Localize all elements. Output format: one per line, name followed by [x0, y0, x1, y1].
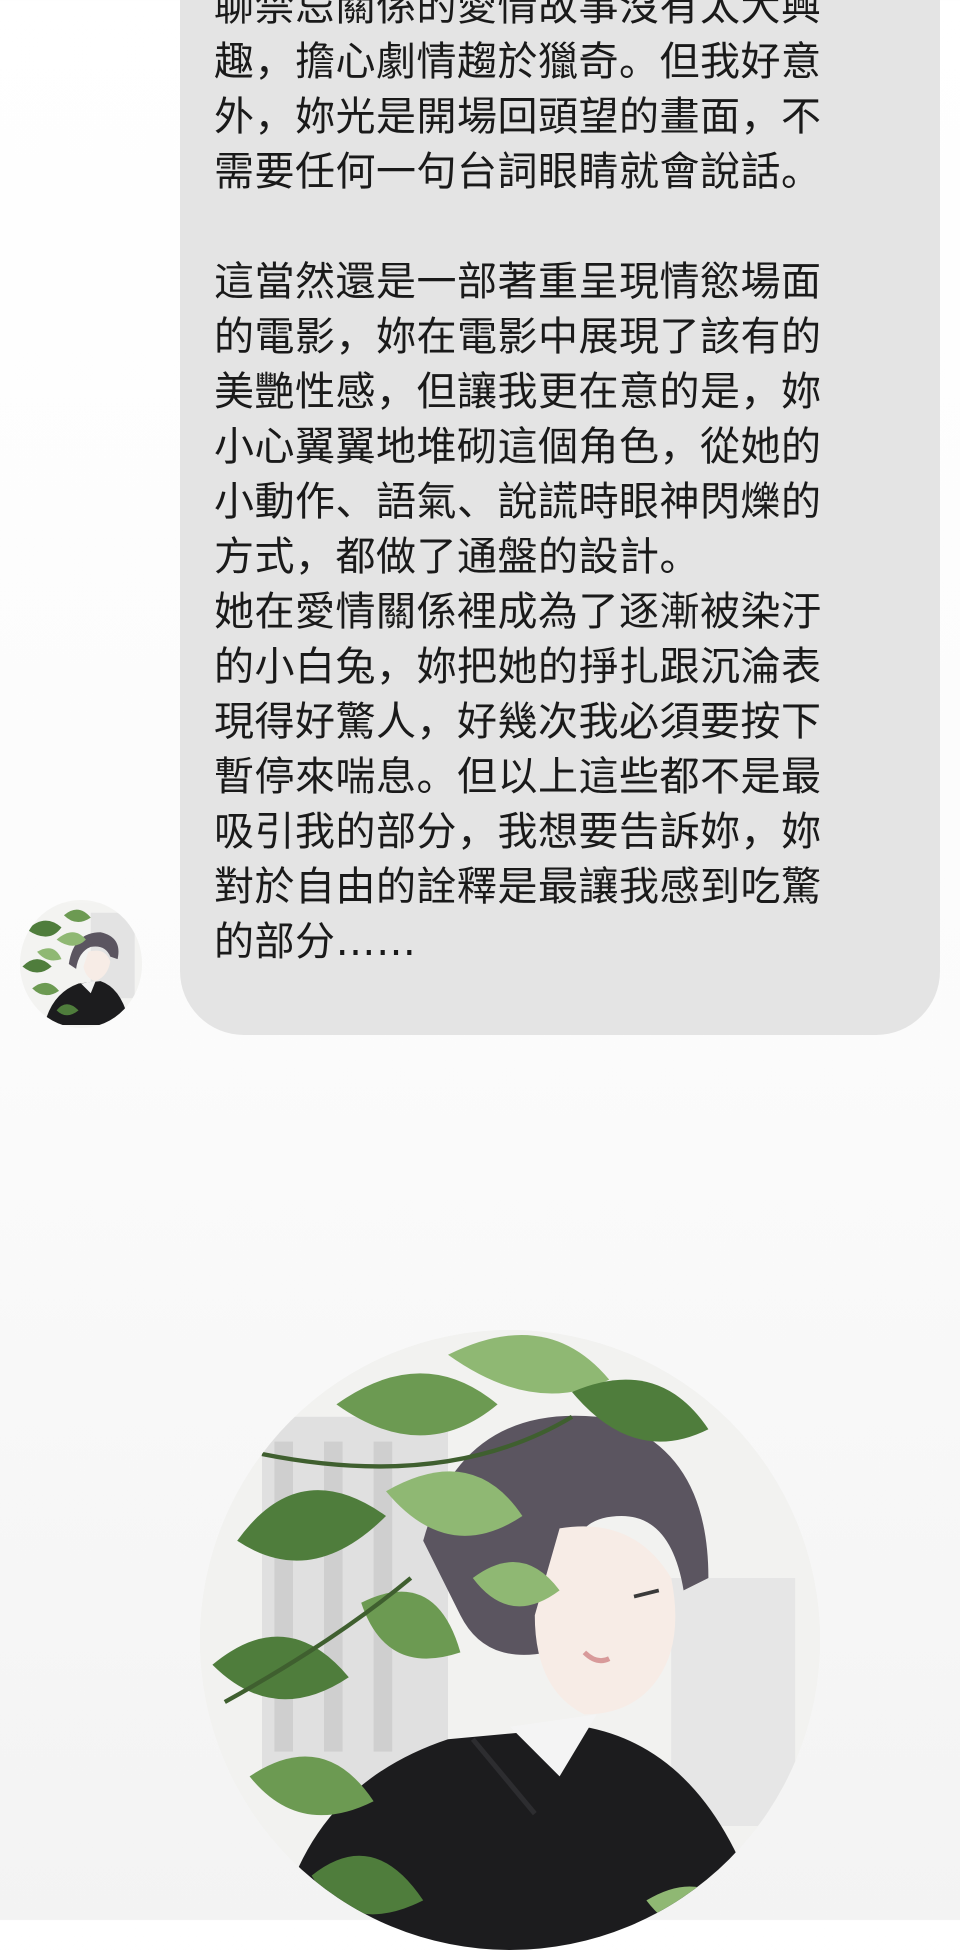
sender-avatar[interactable]	[20, 900, 142, 1028]
character-portrait	[200, 1330, 820, 1950]
message-text: 聊禁忌關係的愛情故事沒有太大興 趣，擔心劇情趨於獵奇。但我好意 外，妳光是開場回…	[214, 0, 822, 965]
character-portrait-icon	[200, 1330, 820, 1950]
profile-avatar-icon	[20, 903, 142, 1025]
